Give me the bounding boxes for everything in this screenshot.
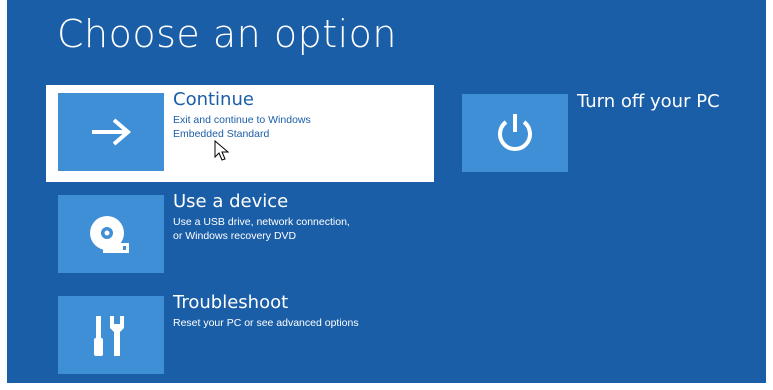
continue-icon-box [58,93,164,171]
turn-off-option[interactable]: Turn off your PC [450,86,766,180]
tools-icon [94,316,124,356]
use-a-device-heading: Use a device [173,191,289,212]
troubleshoot-desc-line1: Reset your PC or see advanced options [173,317,359,329]
troubleshoot-heading: Troubleshoot [173,292,289,313]
troubleshoot-description: Reset your PC or see advanced options [173,316,383,330]
use-a-device-option[interactable]: Use a device Use a USB drive, network co… [46,187,434,281]
continue-description: Exit and continue to Windows Embedded St… [173,113,383,141]
continue-desc-line1: Exit and continue to Windows [173,114,311,126]
arrow-right-icon [92,118,132,146]
use-a-device-icon-box [58,195,164,273]
mouse-cursor-icon [214,140,230,161]
page-title: Choose an option [57,12,397,56]
power-icon [498,114,532,151]
troubleshoot-icon-box [58,296,164,374]
use-a-device-desc-line2: or Windows recovery DVD [173,230,297,242]
continue-option[interactable]: Continue Exit and continue to Windows Em… [46,85,434,182]
recovery-screen: Choose an option Continue Exit and conti… [7,0,766,383]
use-a-device-description: Use a USB drive, network connection, or … [173,215,383,243]
continue-desc-line2: Embedded Standard [173,128,270,140]
continue-heading: Continue [173,89,254,110]
turn-off-heading: Turn off your PC [577,91,720,112]
use-a-device-desc-line1: Use a USB drive, network connection, [173,216,350,228]
troubleshoot-option[interactable]: Troubleshoot Reset your PC or see advanc… [46,288,434,382]
disc-drive-icon [90,216,129,253]
turn-off-icon-box [462,94,568,172]
